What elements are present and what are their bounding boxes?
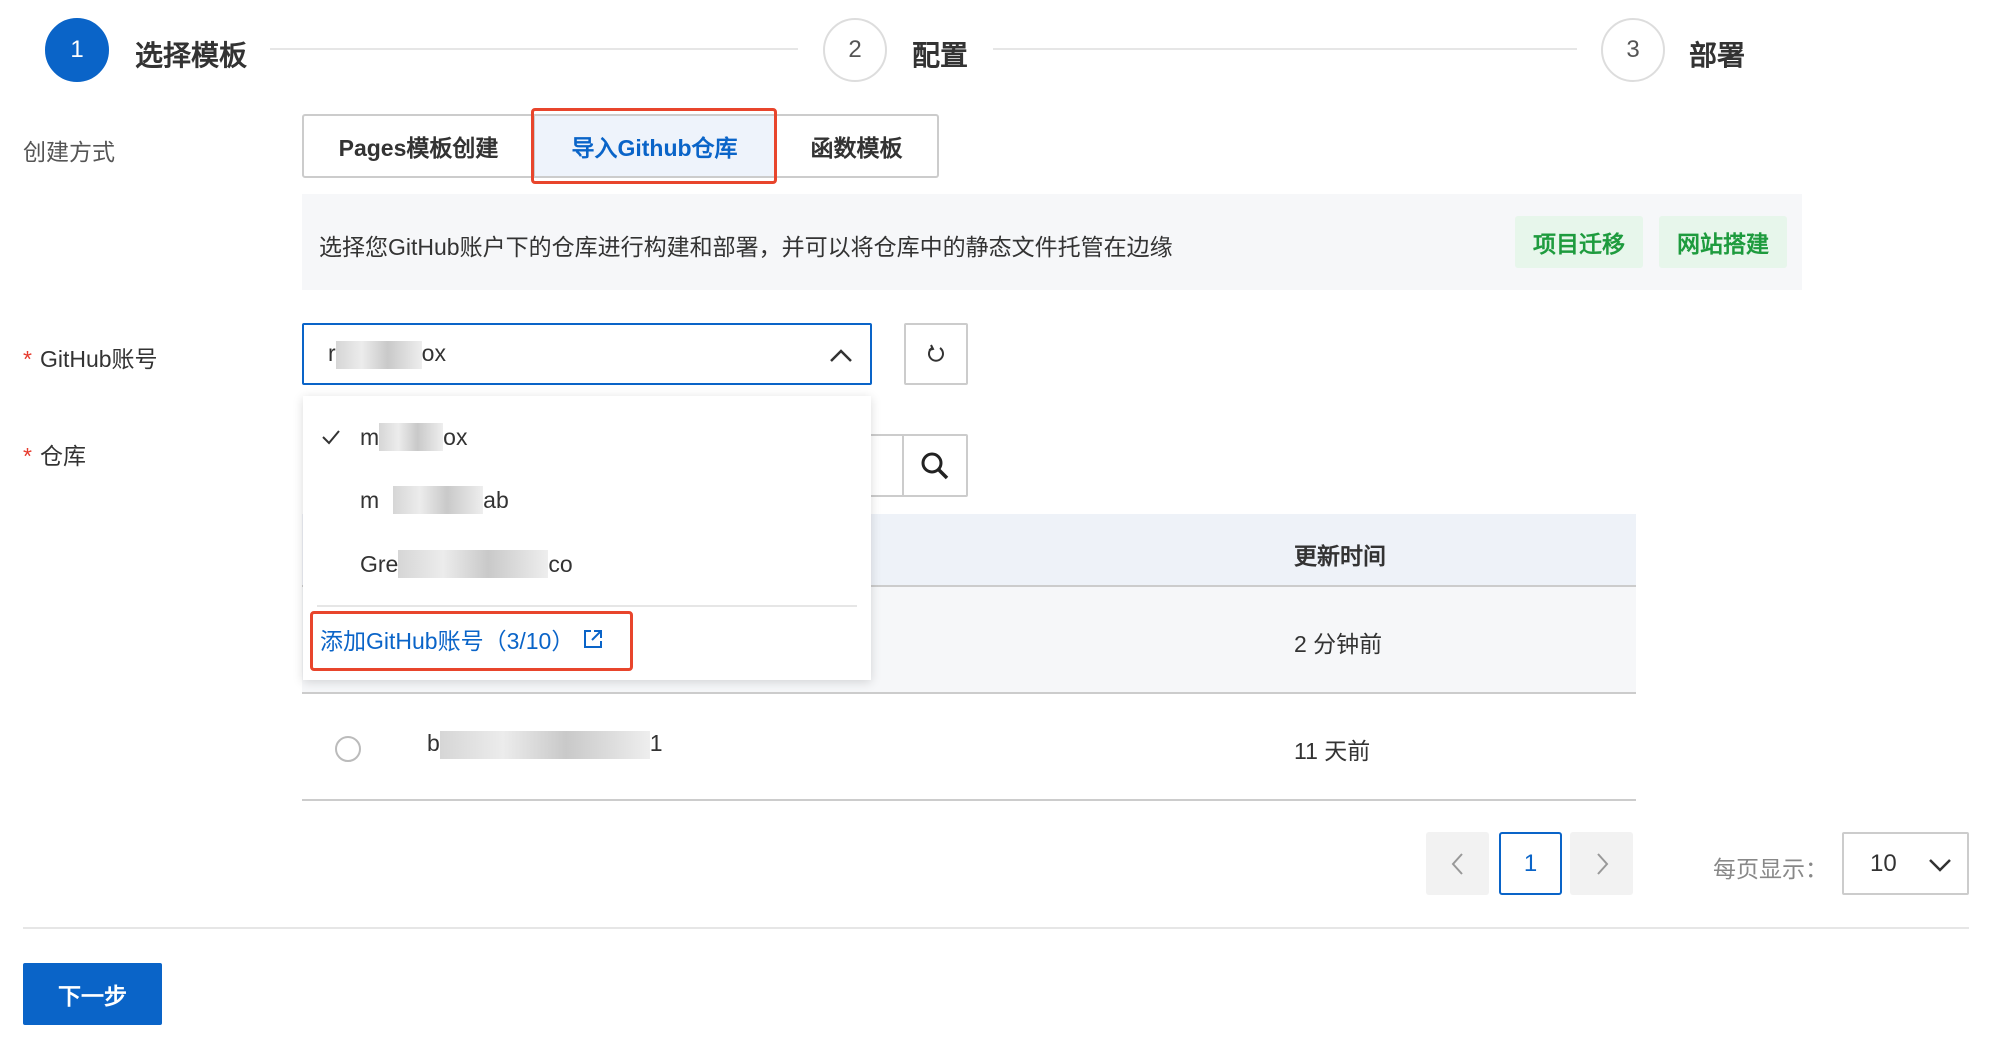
table-row[interactable]: b1 11 天前 [302,694,1636,801]
account-option[interactable]: Gre co [303,534,871,594]
required-mark: * [23,443,32,469]
chevron-down-icon [1929,859,1951,872]
info-banner: 选择您GitHub账户下的仓库进行构建和部署，并可以将仓库中的静态文件托管在边缘… [302,194,1802,290]
page-size-label: 每页显示： [1713,856,1828,882]
check-icon [322,430,340,445]
refresh-button[interactable] [904,323,968,385]
row-update-time: 2 分钟前 [1294,631,1383,657]
repo-label: * 仓库 [23,437,86,471]
next-page-button[interactable] [1570,832,1633,895]
highlight-box [531,108,777,184]
search-icon [921,452,949,479]
step-1-title: 选择模板 [135,40,248,71]
github-account-label-text: GitHub账号 [39,346,158,372]
chevron-right-icon [1596,852,1608,875]
column-update-time: 更新时间 [1294,543,1386,569]
github-account-label: * GitHub账号 [23,340,158,374]
account-option[interactable]: m ab [303,470,871,530]
account-option[interactable]: m ox [303,407,871,467]
step-2-title: 配置 [912,40,969,71]
step-divider [993,48,1577,50]
prev-page-button[interactable] [1426,832,1489,895]
page-size-value: 10 [1870,849,1897,877]
footer-divider [23,927,1969,929]
tab-function-template[interactable]: 函数模板 [776,116,937,176]
website-build-button[interactable]: 网站搭建 [1659,216,1787,268]
step-divider [270,48,798,50]
dropdown-divider [317,605,857,607]
tab-pages-template[interactable]: Pages模板创建 [304,116,535,176]
highlight-box [310,611,633,671]
project-migrate-button[interactable]: 项目迁移 [1515,216,1643,268]
step-2-circle: 2 [823,18,887,82]
repo-label-text: 仓库 [39,443,86,469]
next-step-button[interactable]: 下一步 [23,963,162,1025]
github-account-select[interactable]: r ox [302,323,872,385]
step-1-circle: 1 [45,18,109,82]
refresh-icon [928,344,944,362]
page-1-button[interactable]: 1 [1499,832,1562,895]
selected-account: r ox [328,340,446,369]
create-method-label: 创建方式 [23,139,115,165]
row-repo-name: b1 [427,730,663,759]
page-size-select[interactable]: 10 [1842,832,1969,895]
chevron-left-icon [1451,852,1463,875]
chevron-up-icon [830,349,852,362]
row-update-time: 11 天前 [1294,738,1371,764]
step-3-circle: 3 [1601,18,1665,82]
required-mark: * [23,346,32,372]
repo-search-button[interactable] [902,434,968,497]
step-3-title: 部署 [1689,40,1746,71]
row-radio[interactable] [335,736,361,762]
info-text: 选择您GitHub账户下的仓库进行构建和部署，并可以将仓库中的静态文件托管在边缘 [319,234,1173,260]
